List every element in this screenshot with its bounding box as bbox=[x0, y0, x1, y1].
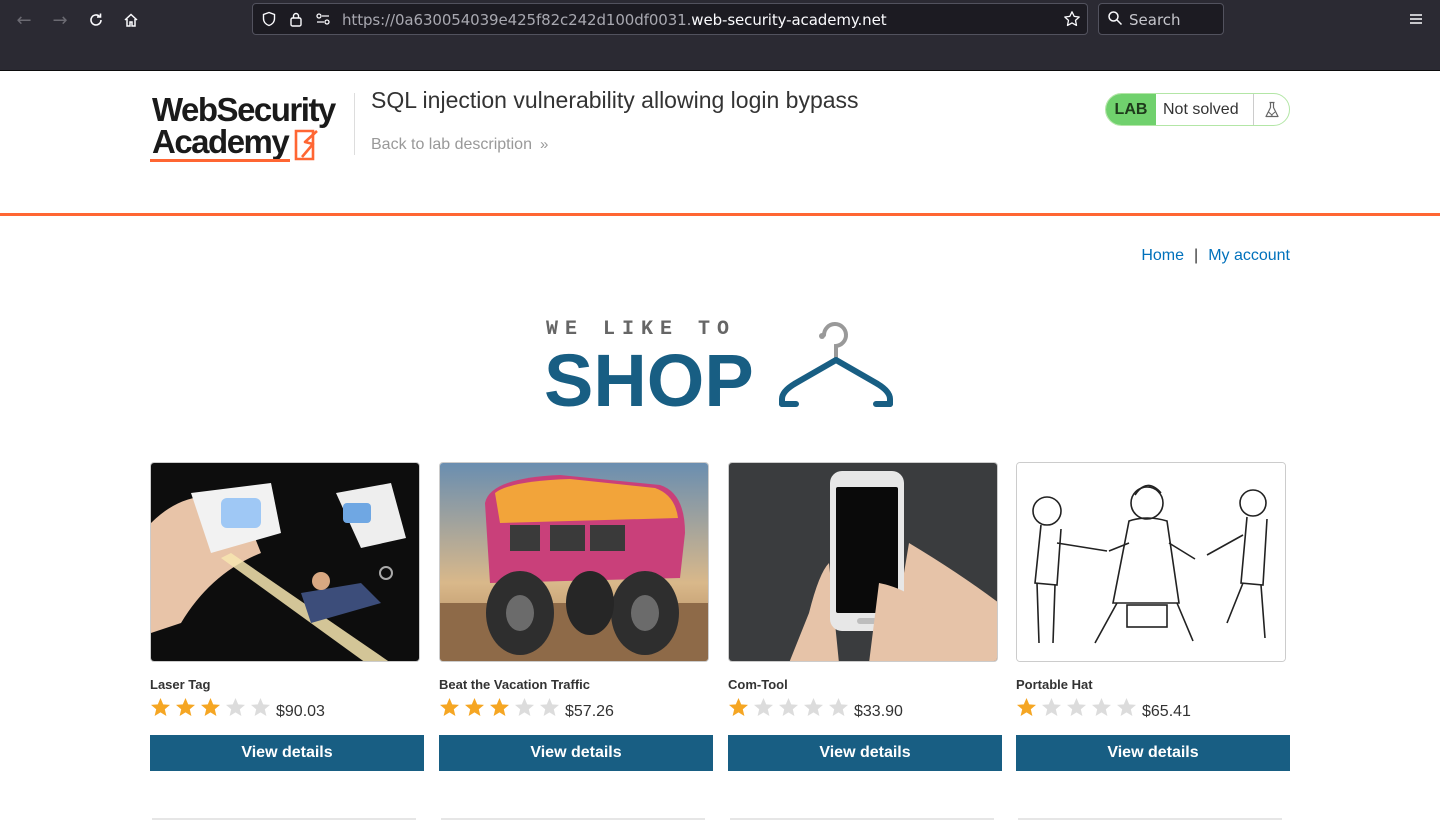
lab-status-text: Not solved bbox=[1163, 101, 1239, 118]
star-filled-icon bbox=[440, 698, 459, 716]
product-price: $33.90 bbox=[854, 703, 903, 720]
star-empty-icon bbox=[1092, 698, 1111, 716]
star-filled-icon bbox=[490, 698, 509, 716]
star-empty-icon bbox=[251, 698, 270, 716]
url-domain: web-security-academy.net bbox=[691, 11, 887, 29]
reload-icon[interactable] bbox=[84, 8, 108, 32]
my-account-link[interactable]: My account bbox=[1208, 247, 1290, 264]
product-rating bbox=[150, 697, 275, 719]
home-link[interactable]: Home bbox=[1141, 247, 1184, 264]
forward-icon[interactable]: → bbox=[48, 8, 72, 32]
product-image-beat-the-vacation-traffic[interactable] bbox=[439, 462, 709, 662]
product-rating bbox=[1016, 697, 1141, 719]
product-name: Com-Tool bbox=[728, 677, 788, 692]
shield-icon[interactable] bbox=[260, 10, 278, 28]
star-empty-icon bbox=[1117, 698, 1136, 716]
web-security-academy-logo[interactable]: WebSecurity Academy bbox=[150, 93, 340, 165]
top-nav: Home | My account bbox=[1141, 247, 1290, 265]
browser-toolbar: ← → https://0a630054039e425f82c242d100df… bbox=[0, 0, 1440, 71]
search-placeholder: Search bbox=[1129, 11, 1181, 29]
lab-badge: LAB bbox=[1106, 94, 1156, 125]
lab-header: WebSecurity Academy SQL injection vulner… bbox=[0, 71, 1440, 216]
star-empty-icon bbox=[829, 698, 848, 716]
product-name: Portable Hat bbox=[1016, 677, 1093, 692]
star-empty-icon bbox=[1042, 698, 1061, 716]
product-price: $57.26 bbox=[565, 703, 614, 720]
shop-banner: WE LIKE TO SHOP bbox=[544, 318, 893, 409]
star-empty-icon bbox=[804, 698, 823, 716]
star-filled-icon bbox=[1017, 698, 1036, 716]
view-details-button[interactable]: View details bbox=[150, 735, 424, 771]
back-to-lab-description-link[interactable]: Back to lab description » bbox=[371, 136, 548, 154]
star-filled-icon bbox=[201, 698, 220, 716]
star-filled-icon bbox=[176, 698, 195, 716]
lab-status-widget: LAB Not solved bbox=[1105, 93, 1290, 126]
star-filled-icon bbox=[465, 698, 484, 716]
product-image-com-tool[interactable] bbox=[728, 462, 998, 662]
home-icon[interactable] bbox=[119, 8, 143, 32]
header-divider bbox=[354, 93, 355, 155]
search-box[interactable]: Search bbox=[1098, 3, 1224, 35]
logo-underline bbox=[150, 159, 290, 162]
star-empty-icon bbox=[779, 698, 798, 716]
logo-line2: Academy bbox=[152, 123, 290, 160]
product-grid: Laser Tag $90.03 View details Beat the V… bbox=[150, 462, 1290, 820]
hanger-icon bbox=[779, 322, 893, 407]
star-empty-icon bbox=[1067, 698, 1086, 716]
flask-icon bbox=[1253, 94, 1289, 125]
view-details-button[interactable]: View details bbox=[1016, 735, 1290, 771]
logo-bolt-icon bbox=[294, 129, 318, 161]
product-name: Laser Tag bbox=[150, 677, 211, 692]
banner-line1: WE LIKE TO bbox=[546, 318, 736, 341]
star-filled-icon bbox=[151, 698, 170, 716]
banner-line2: SHOP bbox=[544, 339, 754, 409]
star-empty-icon bbox=[540, 698, 559, 716]
lock-icon[interactable] bbox=[287, 10, 305, 28]
lab-title: SQL injection vulnerability allowing log… bbox=[371, 87, 859, 113]
nav-separator: | bbox=[1194, 247, 1199, 264]
product-rating bbox=[439, 697, 564, 719]
product-name: Beat the Vacation Traffic bbox=[439, 677, 590, 692]
star-filled-icon bbox=[729, 698, 748, 716]
address-bar[interactable]: https://0a630054039e425f82c242d100df0031… bbox=[252, 3, 1088, 35]
product-price: $90.03 bbox=[276, 703, 325, 720]
product-image-laser-tag[interactable] bbox=[150, 462, 420, 662]
product-rating bbox=[728, 697, 853, 719]
back-icon[interactable]: ← bbox=[12, 8, 36, 32]
bookmark-star-icon[interactable] bbox=[1063, 10, 1081, 28]
view-details-button[interactable]: View details bbox=[439, 735, 713, 771]
permissions-icon[interactable] bbox=[314, 10, 332, 28]
star-empty-icon bbox=[754, 698, 773, 716]
search-icon bbox=[1107, 10, 1123, 30]
product-price: $65.41 bbox=[1142, 703, 1191, 720]
hamburger-menu-icon[interactable] bbox=[1404, 8, 1428, 30]
view-details-button[interactable]: View details bbox=[728, 735, 1002, 771]
back-link-label: Back to lab description bbox=[371, 136, 532, 153]
star-empty-icon bbox=[515, 698, 534, 716]
product-image-portable-hat[interactable] bbox=[1016, 462, 1286, 662]
star-empty-icon bbox=[226, 698, 245, 716]
double-chevron-right-icon: » bbox=[539, 136, 549, 153]
logo-line1: WebSecurity bbox=[152, 91, 336, 128]
url-prefix: https://0a630054039e425f82c242d100df0031… bbox=[342, 11, 692, 29]
url-text[interactable]: https://0a630054039e425f82c242d100df0031… bbox=[342, 11, 887, 29]
